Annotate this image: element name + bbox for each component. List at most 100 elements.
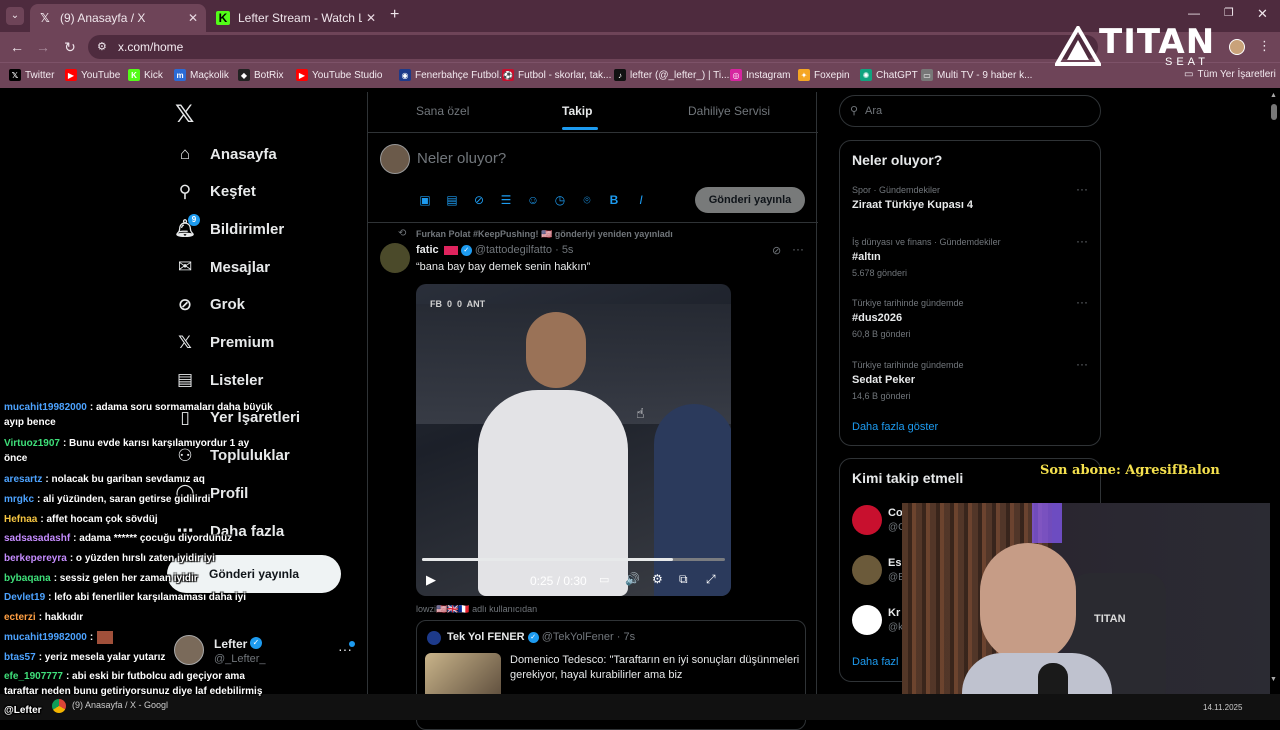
post-author[interactable]: fatic ✓ @tattodegilfatto · 5s [416,244,573,256]
close-icon[interactable]: ✕ [366,11,376,25]
bookmark-item[interactable]: ▭ Multi TV - 9 haber k... [921,69,1032,81]
fullscreen-icon[interactable]: ⤢ [706,572,716,587]
compose-post-button[interactable]: Gönderi yayınla [695,187,805,213]
tab-for-you[interactable]: Sana özel [416,104,469,118]
search-input[interactable]: ⚲ Ara [839,95,1101,127]
minimize-icon[interactable]: — [1188,6,1200,20]
video-progress-track[interactable] [422,558,725,561]
scroll-up-icon[interactable]: ▲ [1270,92,1277,99]
video-player[interactable]: FB 0 0 ANT ▶ 0:25 / 0:30 ▭ 🔊 ⚙ ⧉ ⤢ [416,284,731,596]
trend-count: 60,8 B gönderi [852,329,911,339]
gif-icon[interactable]: ▤ [445,193,459,207]
bookmark-item[interactable]: ⚽ Futbol - skorlar, tak... [502,69,611,81]
close-window-icon[interactable]: ✕ [1257,6,1268,22]
nav-item-home[interactable]: ⌂ Anasayfa [174,142,277,166]
schedule-icon[interactable]: ◷ [553,193,567,207]
bookmark-item[interactable]: ♪ lefter (@_lefter_) | Ti... [614,69,729,81]
nav-item-search[interactable]: ⚲ Keşfet [174,180,256,204]
tab-kick-stream[interactable]: K Lefter Stream - Watch Live on K ✕ [208,4,384,32]
taskbar-date: 14.11.2025 [1203,703,1243,712]
trend-category: Spor · Gündemdekiler [852,185,941,195]
nav-item-list[interactable]: ▤ Listeler [174,368,263,392]
tab-title: Lefter Stream - Watch Live on K [238,11,362,25]
maximize-icon[interactable]: ❐ [1224,6,1234,19]
poll-icon[interactable]: ☰ [499,193,513,207]
scrollbar[interactable]: ▲ ▼ [1270,92,1278,692]
chat-text: : lefo abi fenerliler karşılamaması daha… [48,592,247,603]
trend-name: Sedat Peker [852,374,915,386]
forward-icon[interactable]: → [34,38,52,56]
bookmark-item[interactable]: ◎ Instagram [730,69,790,81]
trend-category: Türkiye tarihinde gündemde [852,298,964,308]
tab-following[interactable]: Takip [562,104,592,118]
volume-icon[interactable]: 🔊 [625,572,640,586]
scroll-thumb[interactable] [1271,104,1277,120]
address-bar[interactable]: ⚙ x.com/home [88,35,1098,59]
chat-text: : affet hocam çok sövdüj [40,514,158,525]
bold-icon[interactable]: B [607,193,621,207]
reload-icon[interactable]: ↻ [61,38,79,56]
repost-icon: ⟲ [398,228,407,239]
avatar [427,631,441,645]
location-icon[interactable]: ⌾ [580,193,594,207]
notification-dot [349,641,355,647]
nav-item-bell[interactable]: 🔔︎ 9 Bildirimler [174,214,284,241]
avatar[interactable] [1229,39,1245,55]
emoji-icon[interactable]: ☺ [526,193,540,207]
bookmark-item[interactable]: ◆ BotRix [238,69,283,81]
more-icon[interactable]: ··· [1076,357,1088,371]
tab-list-button[interactable]: ⌄ [6,7,24,25]
post-author-name: fatic [416,244,439,256]
chat-text: : nolacak bu gariban sevdamız aq [45,474,205,485]
pip-icon[interactable]: ⧉ [679,572,688,587]
bookmark-item[interactable]: K Kick [128,69,163,81]
grok-icon[interactable]: ⊘ [772,244,781,257]
chat-user: Devlet19 [4,592,46,603]
play-icon[interactable]: ▶ [426,572,436,588]
x-logo-icon[interactable]: 𝕏 [175,100,194,129]
more-icon[interactable]: ··· [1076,234,1088,248]
avatar[interactable] [380,243,410,273]
chat-user: mucahit19982000 [4,632,87,643]
bookmark-item[interactable]: ◉ Fenerbahçe Futbol... [399,69,507,81]
nav-item-grok[interactable]: ⊘ Grok [174,293,245,317]
more-icon[interactable]: ··· [792,242,804,256]
italic-icon[interactable]: I [634,193,648,207]
menu-icon[interactable]: ⋮ [1258,38,1271,54]
follow-more-link[interactable]: Daha fazl [852,656,898,668]
compose-input[interactable]: Neler oluyor? [417,150,506,167]
author-badge-icon [443,245,458,255]
back-icon[interactable]: ← [8,38,26,56]
tab-custom-list[interactable]: Dahiliye Servisi [688,104,770,118]
divider [368,132,818,133]
more-icon[interactable]: ··· [1076,182,1088,196]
more-icon[interactable]: ··· [1076,295,1088,309]
bookmark-item[interactable]: ▶ YouTube [65,69,120,81]
multitv-icon: ▭ [921,69,933,81]
bookmark-label: Multi TV - 9 haber k... [937,69,1033,81]
trend-name: Ziraat Türkiye Kupası 4 [852,199,974,211]
trend-name: #altın [852,251,881,263]
bookmark-item[interactable]: ✺ ChatGPT [860,69,918,81]
new-tab-button[interactable]: + [390,6,399,24]
folder-icon: ▭ [1184,69,1194,80]
chat-message: bybaqana: sessiz gelen her zaman iyidir [4,571,274,586]
image-icon[interactable]: ▣ [418,193,432,207]
scroll-down-icon[interactable]: ▼ [1270,676,1277,683]
bookmark-item[interactable]: ✦ Foxepin [798,69,850,81]
settings-icon[interactable]: ⚙ [652,572,663,586]
nav-item-x[interactable]: 𝕏 Premium [174,331,274,355]
nav-item-mail[interactable]: ✉ Mesajlar [174,255,270,279]
bookmark-item[interactable]: ▶ YouTube Studio [296,69,382,81]
site-info-icon[interactable]: ⚙ [97,40,107,53]
chat-message: ecterzi: hakkıdır [4,610,274,625]
tab-x-home[interactable]: 𝕏 (9) Anasayfa / X ✕ [30,4,206,32]
bookmark-item[interactable]: m Maçkolik [174,69,229,81]
grok-icon[interactable]: ⊘ [472,193,486,207]
close-icon[interactable]: ✕ [188,11,198,25]
quote-time: · 7s [616,631,636,643]
bookmark-item[interactable]: 𝕏 Twitter [9,69,54,81]
captions-icon[interactable]: ▭ [599,573,609,586]
show-more-link[interactable]: Daha fazla göster [852,421,938,433]
all-bookmarks[interactable]: ▭ Tüm Yer İşaretleri [1184,69,1276,80]
